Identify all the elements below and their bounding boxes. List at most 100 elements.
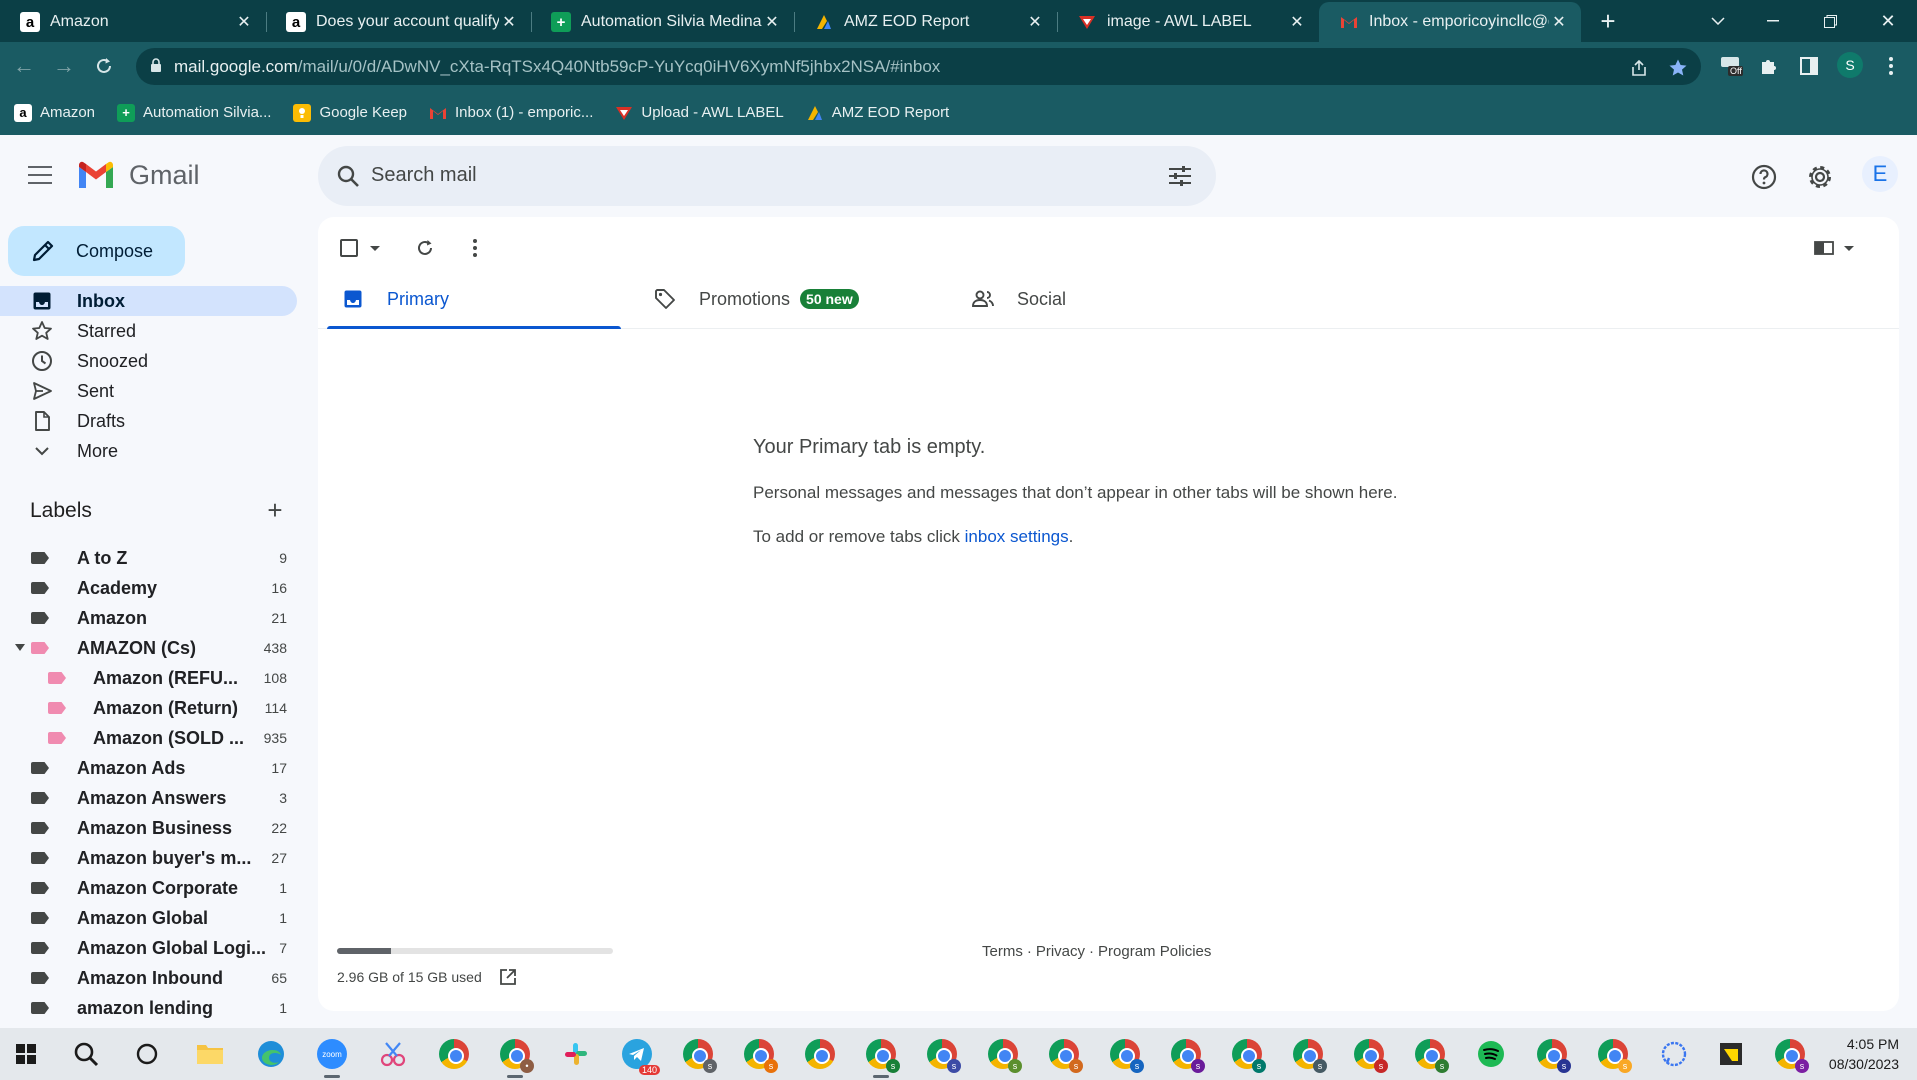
collapse-label-icon[interactable] [15, 644, 25, 651]
chrome-profile-icon[interactable]: s [1290, 1036, 1327, 1073]
label-item[interactable]: Amazon Inbound 65 [0, 963, 297, 993]
chrome-profile-icon[interactable]: s [924, 1036, 961, 1073]
sidebar-item-drafts[interactable]: Drafts [0, 406, 297, 436]
new-tab-button[interactable]: + [1580, 0, 1636, 42]
telegram-icon[interactable]: 140 [619, 1036, 660, 1075]
search-input[interactable]: Search mail [371, 164, 477, 187]
chrome-profile-avatar[interactable]: S [1837, 52, 1863, 78]
split-pane-toggle-icon[interactable] [1802, 231, 1846, 265]
tab-social[interactable]: Social [971, 269, 1066, 329]
label-item[interactable]: Amazon Answers 3 [0, 783, 297, 813]
chrome-profile-icon[interactable]: s [1168, 1036, 1205, 1073]
close-tab-icon[interactable]: ✕ [1549, 12, 1569, 32]
privacy-link[interactable]: Privacy [1036, 943, 1085, 960]
search-icon[interactable] [334, 162, 362, 190]
terms-link[interactable]: Terms [982, 943, 1023, 960]
external-link-icon[interactable] [499, 968, 517, 986]
close-tab-icon[interactable]: ✕ [499, 12, 519, 32]
sidebar-item-more[interactable]: More [0, 436, 297, 466]
settings-gear-icon[interactable] [1804, 161, 1836, 193]
label-item[interactable]: Amazon 21 [0, 603, 297, 633]
bookmark-gmail-inbox[interactable]: Inbox (1) - emporic... [429, 104, 593, 122]
browser-tab-eod-report[interactable]: AMZ EOD Report ✕ [794, 2, 1057, 42]
label-item[interactable]: Amazon buyer's m... 27 [0, 843, 297, 873]
system-clock[interactable]: 4:05 PM 08/30/2023 [1829, 1034, 1899, 1074]
minimize-window-button[interactable] [1745, 0, 1801, 42]
bookmark-google-keep[interactable]: Google Keep [293, 103, 407, 122]
tab-promotions[interactable]: Promotions 50 new [653, 269, 859, 329]
address-bar[interactable]: mail.google.com/mail/u/0/d/ADwNV_cXta-Rq… [136, 48, 1701, 85]
browser-tab-automation-sheet[interactable]: + Automation Silvia Medina - ✕ [531, 2, 794, 42]
back-button[interactable]: ← [10, 52, 38, 80]
sidebar-item-sent[interactable]: Sent [0, 376, 297, 406]
chrome-profile-icon[interactable]: s [741, 1036, 778, 1073]
bookmark-awl-upload[interactable]: Upload - AWL LABEL [615, 104, 784, 122]
more-options-icon[interactable] [458, 231, 492, 265]
compose-button[interactable]: Compose [8, 226, 185, 276]
refresh-icon[interactable] [408, 231, 442, 265]
reload-button[interactable] [90, 52, 118, 80]
sticky-notes-icon[interactable] [1713, 1036, 1749, 1072]
chrome-active-icon[interactable]: s [863, 1036, 900, 1078]
account-avatar[interactable]: E [1862, 156, 1898, 192]
sidebar-item-starred[interactable]: Starred [0, 316, 297, 346]
label-item[interactable]: Amazon Business 22 [0, 813, 297, 843]
select-all-checkbox[interactable] [340, 239, 358, 257]
close-tab-icon[interactable]: ✕ [1025, 12, 1045, 32]
label-item[interactable]: amazon lending 1 [0, 993, 297, 1023]
chrome-profile-icon[interactable]: s [1107, 1036, 1144, 1073]
create-label-button[interactable]: + [264, 497, 286, 523]
search-mail-bar[interactable]: Search mail [318, 146, 1216, 206]
main-menu-icon[interactable] [26, 162, 54, 190]
split-pane-caret-icon[interactable] [1844, 246, 1854, 251]
label-item[interactable]: Amazon Ads 17 [0, 753, 297, 783]
label-item[interactable]: Academy 16 [0, 573, 297, 603]
label-item-expandable[interactable]: AMAZON (Cs) 438 [0, 633, 297, 663]
bookmark-automation-sheet[interactable]: + Automation Silvia... [117, 103, 271, 122]
chrome-profile-icon[interactable]: s [1412, 1036, 1449, 1073]
close-tab-icon[interactable]: ✕ [762, 12, 782, 32]
spotify-icon[interactable] [1473, 1036, 1509, 1072]
bookmark-amazon[interactable]: a Amazon [14, 103, 95, 122]
chrome-profile-icon[interactable]: s [1229, 1036, 1266, 1073]
chrome-menu-icon[interactable] [1877, 52, 1905, 80]
slack-icon[interactable] [558, 1036, 594, 1072]
program-policies-link[interactable]: Program Policies [1098, 943, 1211, 960]
snipping-tool-icon[interactable] [375, 1036, 411, 1072]
bookmark-star-icon[interactable] [1667, 57, 1689, 79]
chrome-profile-icon[interactable]: • [497, 1036, 534, 1078]
browser-tab-gmail-inbox[interactable]: Inbox - emporicoyincllc@g ✕ [1319, 2, 1581, 42]
label-item[interactable]: Amazon Global Logi... 7 [0, 933, 297, 963]
label-item[interactable]: A to Z9 [0, 543, 297, 573]
edge-browser-icon[interactable] [253, 1036, 289, 1072]
forward-button[interactable]: → [50, 52, 78, 80]
chrome-profile-icon[interactable]: s [1534, 1036, 1571, 1073]
sidebar-item-inbox[interactable]: Inbox [0, 286, 297, 316]
sidebar-item-snoozed[interactable]: Snoozed [0, 346, 297, 376]
support-help-icon[interactable] [1748, 161, 1780, 193]
extension-toggle-icon[interactable]: Off [1717, 52, 1745, 80]
tab-primary[interactable]: Primary [327, 269, 621, 329]
chrome-profile-icon[interactable]: s [1351, 1036, 1388, 1073]
chrome-profile-icon[interactable]: s [1772, 1036, 1809, 1073]
bookmark-eod-report[interactable]: AMZ EOD Report [806, 104, 949, 122]
chrome-profile-icon[interactable]: s [1595, 1036, 1632, 1073]
chrome-profile-icon[interactable]: s [985, 1036, 1022, 1073]
search-icon[interactable] [68, 1036, 104, 1072]
browser-tab-amazon[interactable]: a Amazon ✕ [0, 2, 266, 42]
label-item-sublabel[interactable]: Amazon (REFU... 108 [0, 663, 297, 693]
signal-icon[interactable] [1656, 1036, 1692, 1072]
side-panel-icon[interactable] [1795, 52, 1823, 80]
task-view-icon[interactable] [129, 1036, 165, 1072]
label-item-sublabel[interactable]: Amazon (SOLD ... 935 [0, 723, 297, 753]
close-tab-icon[interactable]: ✕ [1287, 12, 1307, 32]
browser-tab-awl-label[interactable]: image - AWL LABEL ✕ [1057, 2, 1319, 42]
close-tab-icon[interactable]: ✕ [234, 12, 254, 32]
inbox-settings-link[interactable]: inbox settings [965, 527, 1069, 546]
browser-tab-account-qualify[interactable]: a Does your account qualify? ✕ [266, 2, 531, 42]
zoom-app-icon[interactable]: zoom [314, 1036, 350, 1078]
chrome-profile-icon[interactable] [802, 1036, 838, 1072]
label-item[interactable]: Amazon Corporate 1 [0, 873, 297, 903]
label-item-sublabel[interactable]: Amazon (Return) 114 [0, 693, 297, 723]
restore-window-button[interactable] [1802, 0, 1858, 42]
